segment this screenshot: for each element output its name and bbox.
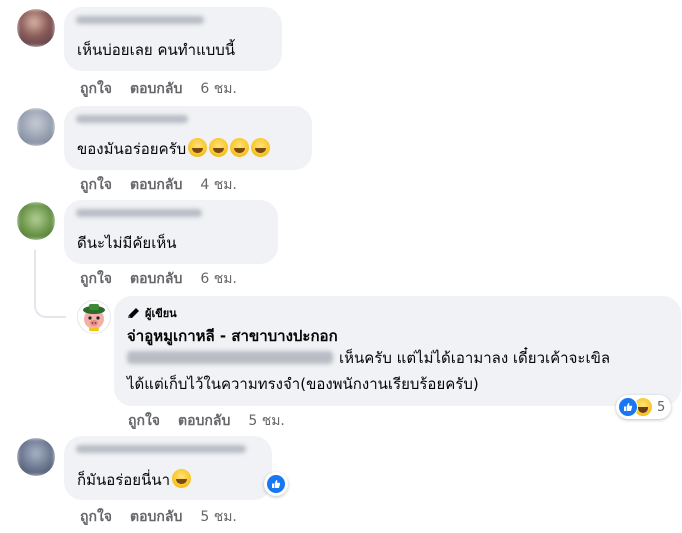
- comment-thread: เห็นบ่อยเลย คนทำแบบนี้ ถูกใจ ตอบกลับ 6 ชม.…: [0, 0, 682, 533]
- comment-text: ดีนะไม่มีคัยเห็น: [77, 234, 177, 252]
- reply-thread-connector: [34, 250, 66, 318]
- commenter-avatar[interactable]: [17, 9, 55, 47]
- comment-bubble: ก็มันอร่อยนี่นา: [64, 436, 272, 500]
- commenter-avatar[interactable]: [17, 202, 55, 240]
- comment-timestamp[interactable]: 4 ชม.: [200, 177, 237, 193]
- reaction-count: 5: [657, 399, 666, 415]
- reaction-summary[interactable]: 5: [616, 395, 672, 419]
- reply-actions: ถูกใจ ตอบกลับ 5 ชม.: [128, 412, 285, 430]
- grinning-face-icon: [209, 138, 229, 157]
- comment-actions: ถูกใจ ตอบกลับ 5 ชม.: [80, 508, 237, 526]
- commenter-name-redacted[interactable]: [76, 209, 202, 217]
- pig-mascot-logo: [83, 304, 105, 331]
- like-link[interactable]: ถูกใจ: [80, 177, 112, 193]
- like-link[interactable]: ถูกใจ: [128, 413, 160, 429]
- reply-text-line1: เห็นครับ แต่ไม่ได้เอามาลง เดี๋ยวเค้าจะเข…: [127, 347, 610, 369]
- reply-link[interactable]: ตอบกลับ: [178, 413, 230, 429]
- thumbs-up-icon: [618, 397, 638, 417]
- mentioned-user-redacted[interactable]: [127, 351, 333, 364]
- comment-like-reaction[interactable]: [264, 472, 288, 496]
- reply-timestamp[interactable]: 5 ชม.: [248, 413, 285, 429]
- comment-bubble: เห็นบ่อยเลย คนทำแบบนี้: [64, 7, 282, 71]
- commenter-name-redacted[interactable]: [76, 115, 188, 123]
- grinning-face-icon: [188, 138, 208, 157]
- like-link[interactable]: ถูกใจ: [80, 81, 112, 97]
- comment-actions: ถูกใจ ตอบกลับ 4 ชม.: [80, 176, 237, 194]
- reply-link[interactable]: ตอบกลับ: [130, 509, 182, 525]
- reply-text-line2: ได้แต่เก็บไว้ในความทรงจำ(ของพนักงานเรียบ…: [127, 375, 479, 393]
- comment-bubble: ดีนะไม่มีคัยเห็น: [64, 200, 278, 264]
- comment-bubble: ของมันอร่อยครับ: [64, 106, 312, 170]
- grinning-face-icon: [230, 138, 250, 157]
- author-badge-label: ผู้เขียน: [145, 307, 177, 320]
- author-badge: ผู้เขียน: [127, 304, 177, 322]
- commenter-avatar[interactable]: [17, 108, 55, 146]
- pencil-icon: [128, 308, 139, 318]
- page-name-link[interactable]: จ่าอูหมูเกาหลี - สาขาบางปะกอก: [127, 326, 338, 346]
- reply-link[interactable]: ตอบกลับ: [130, 81, 182, 97]
- comment-text-body: ของมันอร่อยครับ: [77, 140, 187, 158]
- grinning-face-icon: [251, 138, 271, 157]
- comment-actions: ถูกใจ ตอบกลับ 6 ชม.: [80, 270, 237, 288]
- comment-timestamp[interactable]: 6 ชม.: [200, 81, 237, 97]
- commenter-avatar[interactable]: [17, 438, 55, 476]
- comment-text: ก็มันอร่อยนี่นา: [77, 469, 192, 491]
- thumbs-up-icon: [267, 475, 285, 493]
- comment-text: เห็นบ่อยเลย คนทำแบบนี้: [77, 41, 236, 59]
- like-link[interactable]: ถูกใจ: [80, 509, 112, 525]
- reply-link[interactable]: ตอบกลับ: [130, 271, 182, 287]
- commenter-name-redacted[interactable]: [76, 445, 246, 453]
- comment-text-body: ก็มันอร่อยนี่นา: [77, 471, 171, 489]
- commenter-name-redacted[interactable]: [76, 16, 204, 24]
- like-link[interactable]: ถูกใจ: [80, 271, 112, 287]
- comment-timestamp[interactable]: 5 ชม.: [200, 509, 237, 525]
- page-avatar[interactable]: [77, 300, 111, 334]
- reply-link[interactable]: ตอบกลับ: [130, 177, 182, 193]
- grinning-face-icon: [172, 469, 192, 488]
- comment-text: ของมันอร่อยครับ: [77, 138, 271, 160]
- comment-timestamp[interactable]: 6 ชม.: [200, 271, 237, 287]
- comment-actions: ถูกใจ ตอบกลับ 6 ชม.: [80, 80, 237, 98]
- reply-text-body: เห็นครับ แต่ไม่ได้เอามาลง เดี๋ยวเค้าจะเข…: [339, 349, 611, 367]
- page-reply-bubble: ผู้เขียน จ่าอูหมูเกาหลี - สาขาบางปะกอก เ…: [114, 296, 681, 406]
